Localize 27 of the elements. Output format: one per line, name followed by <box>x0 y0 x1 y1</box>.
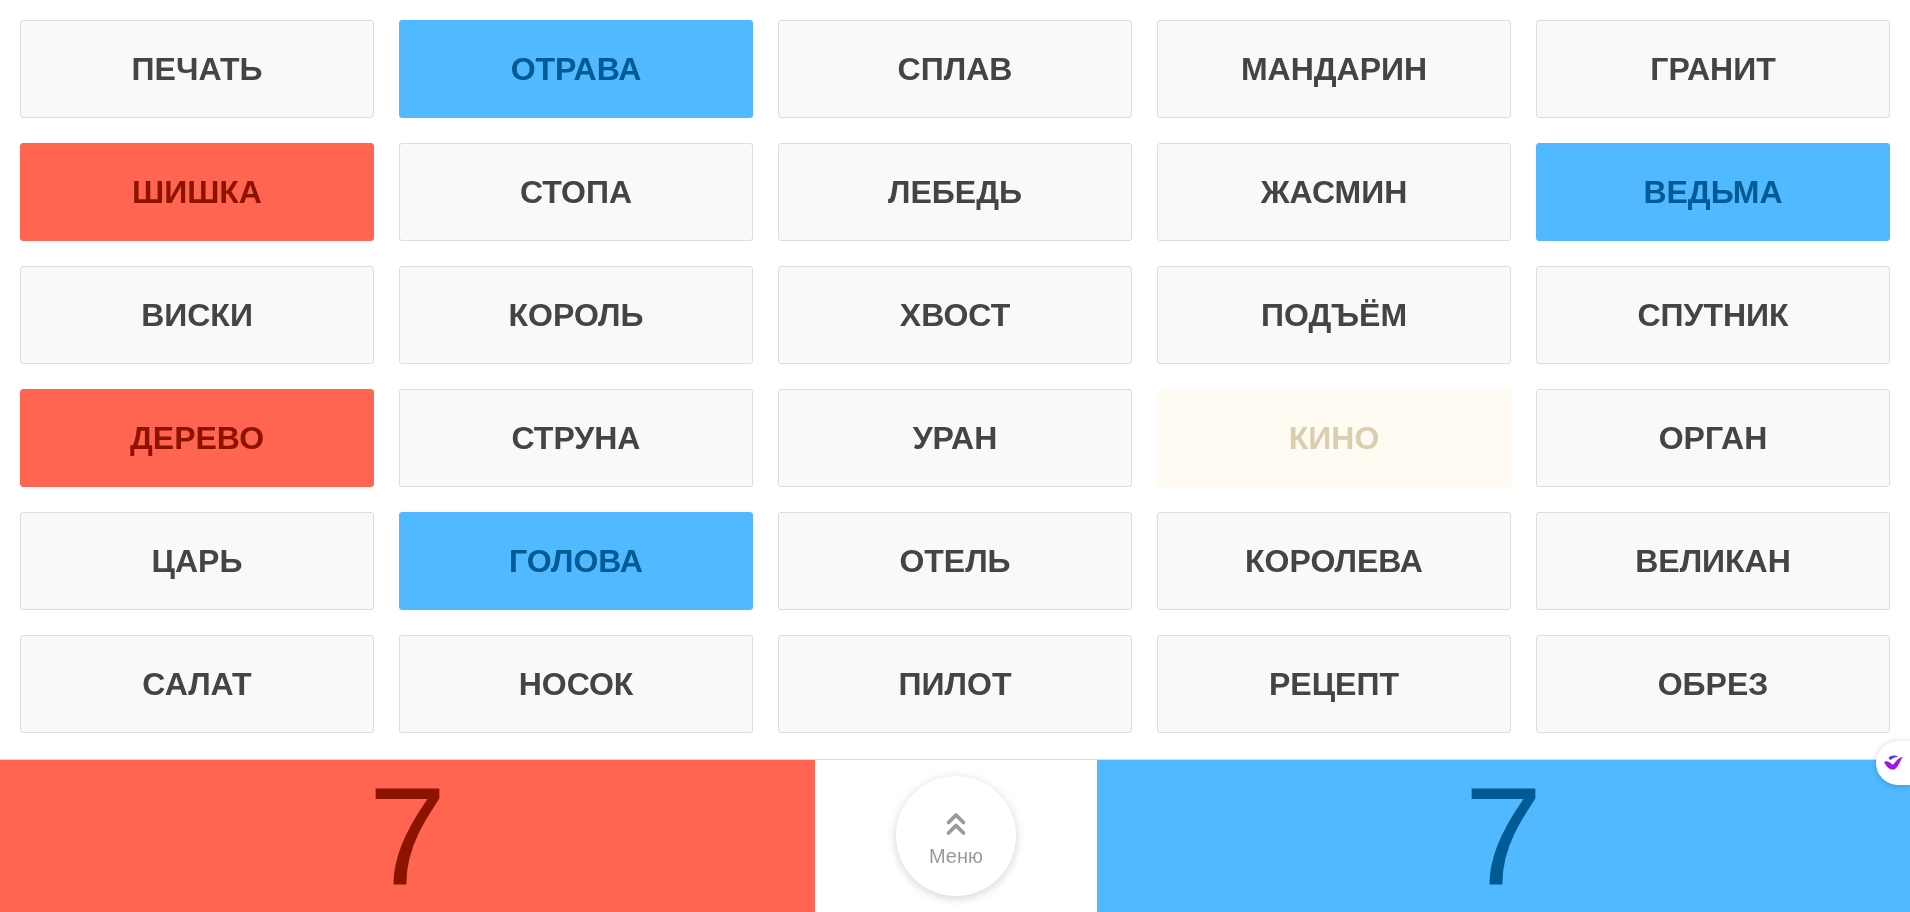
word-card[interactable]: КОРОЛЕВА <box>1157 512 1511 610</box>
word-card[interactable]: СПЛАВ <box>778 20 1132 118</box>
word-card[interactable]: РЕЦЕПТ <box>1157 635 1511 733</box>
word-card[interactable]: УРАН <box>778 389 1132 487</box>
word-card[interactable]: НОСОК <box>399 635 753 733</box>
word-card[interactable]: ОРГАН <box>1536 389 1890 487</box>
word-card[interactable]: СТОПА <box>399 143 753 241</box>
word-card[interactable]: ПИЛОТ <box>778 635 1132 733</box>
word-card[interactable]: ЛЕБЕДЬ <box>778 143 1132 241</box>
word-card[interactable]: КОРОЛЬ <box>399 266 753 364</box>
word-card[interactable]: ГРАНИТ <box>1536 20 1890 118</box>
word-card[interactable]: СТРУНА <box>399 389 753 487</box>
word-card[interactable]: ОТЕЛЬ <box>778 512 1132 610</box>
word-card[interactable]: ВИСКИ <box>20 266 374 364</box>
word-card[interactable]: МАНДАРИН <box>1157 20 1511 118</box>
word-card[interactable]: ВЕЛИКАН <box>1536 512 1890 610</box>
word-card[interactable]: ОБРЕЗ <box>1536 635 1890 733</box>
word-card[interactable]: САЛАТ <box>20 635 374 733</box>
word-card[interactable]: ЦАРЬ <box>20 512 374 610</box>
word-card[interactable]: ХВОСТ <box>778 266 1132 364</box>
word-card[interactable]: ПОДЪЁМ <box>1157 266 1511 364</box>
word-card[interactable]: ЖАСМИН <box>1157 143 1511 241</box>
score-number: 7 <box>368 766 447 906</box>
swoosh-icon[interactable] <box>1876 741 1910 785</box>
word-card[interactable]: СПУТНИК <box>1536 266 1890 364</box>
word-card[interactable]: ПЕЧАТЬ <box>20 20 374 118</box>
score-number: 7 <box>1464 766 1543 906</box>
